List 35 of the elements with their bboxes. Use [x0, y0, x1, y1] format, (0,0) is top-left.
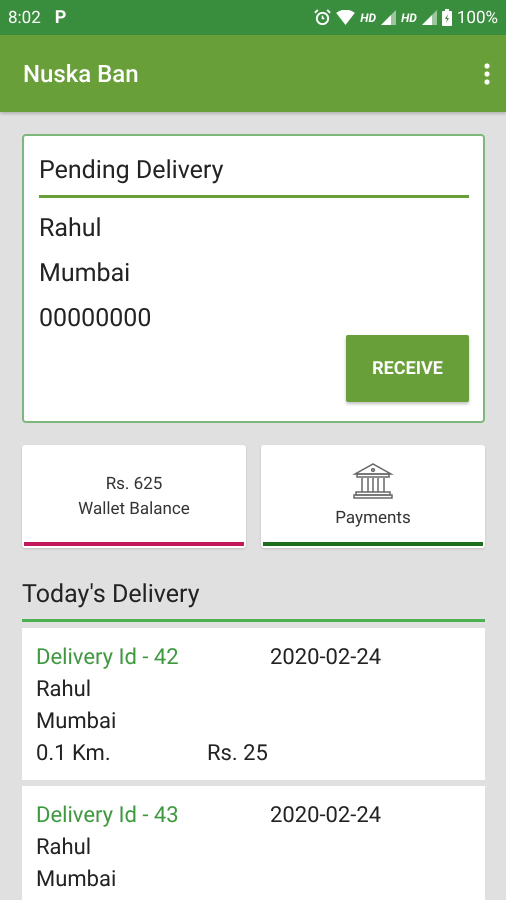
pending-detail: Mumbai: [39, 258, 132, 290]
delivery-date: 2020-02-24: [270, 802, 382, 830]
bank-icon: [352, 462, 394, 500]
delivery-amount: Rs. 25: [207, 740, 269, 768]
customer-city: Mumbai: [36, 708, 118, 736]
app-title: Nuska Ban: [23, 60, 140, 88]
stat-label: Payments: [335, 507, 411, 530]
signal-icon: [422, 10, 437, 25]
stat-card[interactable]: Payments: [261, 445, 485, 548]
card-title: Pending Delivery: [39, 144, 469, 198]
notification-icon: P: [54, 7, 66, 28]
stat-label: Wallet Balance: [78, 498, 190, 520]
delivery-id: Delivery Id - 42: [36, 644, 180, 672]
network-label: HD: [360, 10, 376, 24]
signal-icon: [381, 10, 396, 25]
wifi-icon: [336, 10, 356, 25]
pending-detail: 00000000: [39, 303, 152, 335]
delivery-id: Delivery Id - 43: [36, 802, 180, 830]
network-label: HD: [401, 10, 417, 24]
customer-name: Rahul: [36, 834, 92, 862]
stat-card[interactable]: Rs. 625 Wallet Balance: [22, 445, 246, 548]
delivery-card[interactable]: Delivery Id - 42 2020-02-24 Rahul Mumbai 0.1 Km. Rs. 25: [22, 628, 485, 780]
battery-percent: 100%: [456, 8, 498, 28]
section-title: Today's Delivery: [22, 580, 485, 622]
customer-name: Rahul: [36, 676, 92, 704]
delivery-date: 2020-02-24: [270, 644, 382, 672]
wallet-amount: Rs. 625: [106, 472, 162, 496]
pending-detail: Rahul: [39, 213, 103, 245]
more-menu-icon[interactable]: [484, 62, 490, 84]
alarm-icon: [314, 9, 332, 26]
delivery-distance: 0.1 Km.: [36, 740, 112, 768]
customer-city: Mumbai: [36, 866, 118, 894]
delivery-card[interactable]: Delivery Id - 43 2020-02-24 Rahul Mumbai: [22, 786, 485, 900]
status-time: 8:02: [8, 8, 41, 28]
battery-icon: [442, 9, 452, 26]
